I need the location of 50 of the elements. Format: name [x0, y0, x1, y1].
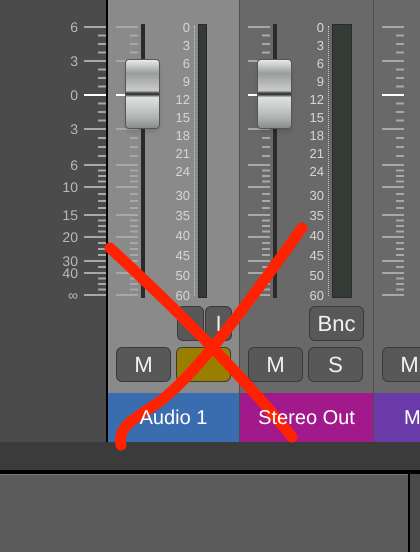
scale-label: 3 [70, 54, 78, 68]
meter-label: 15 [310, 111, 324, 124]
meter-label: 0 [182, 21, 190, 34]
solo-button[interactable]: S [308, 347, 363, 382]
meter-label: 0 [316, 21, 324, 34]
scale-label: 20 [62, 230, 78, 244]
scale-label: 6 [70, 20, 78, 34]
track-name[interactable]: Audio 1 [140, 402, 208, 432]
meter-label: 60 [310, 289, 324, 302]
meter-label: 18 [310, 129, 324, 142]
meter-label: 45 [176, 249, 190, 262]
track-name[interactable]: M [404, 402, 420, 432]
scale-label: 40 [62, 266, 78, 280]
meter-label: 24 [310, 165, 324, 178]
meter-label: 12 [176, 93, 190, 106]
scale-label: ∞ [68, 288, 78, 302]
meter-label: 24 [176, 165, 190, 178]
scale-label: 3 [70, 122, 78, 136]
meter-label: 40 [310, 229, 324, 242]
meter-label: 15 [176, 111, 190, 124]
scale-label: 15 [62, 208, 78, 222]
meter-label: 50 [310, 269, 324, 282]
fader-handle[interactable] [257, 59, 292, 129]
mute-button[interactable]: M [382, 347, 420, 382]
meter-label: 9 [182, 75, 190, 88]
meter-label: 35 [310, 209, 324, 222]
meter-label: 21 [310, 147, 324, 160]
meter-label: 60 [176, 289, 190, 302]
bounce-button[interactable]: Bnc [309, 306, 364, 341]
meter-label: 6 [316, 57, 324, 70]
scale-label: 30 [62, 254, 78, 268]
mute-button[interactable]: M [248, 347, 303, 382]
scale-label: 10 [62, 180, 78, 194]
meter-label: 50 [176, 269, 190, 282]
meter-label: 45 [310, 249, 324, 262]
meter-label: 30 [310, 189, 324, 202]
mute-button[interactable]: M [116, 347, 171, 382]
scale-label: 0 [70, 88, 78, 102]
meter-label: 40 [176, 229, 190, 242]
meter-label: 3 [316, 39, 324, 52]
meter-label: 9 [316, 75, 324, 88]
meter-label: 21 [176, 147, 190, 160]
fader-handle[interactable] [125, 59, 160, 129]
meter-label: 6 [182, 57, 190, 70]
meter-label: 30 [176, 189, 190, 202]
meter-label: 18 [176, 129, 190, 142]
meter-label: 35 [176, 209, 190, 222]
scale-label: 6 [70, 158, 78, 172]
meter-label: 3 [182, 39, 190, 52]
meter-label: 12 [310, 93, 324, 106]
